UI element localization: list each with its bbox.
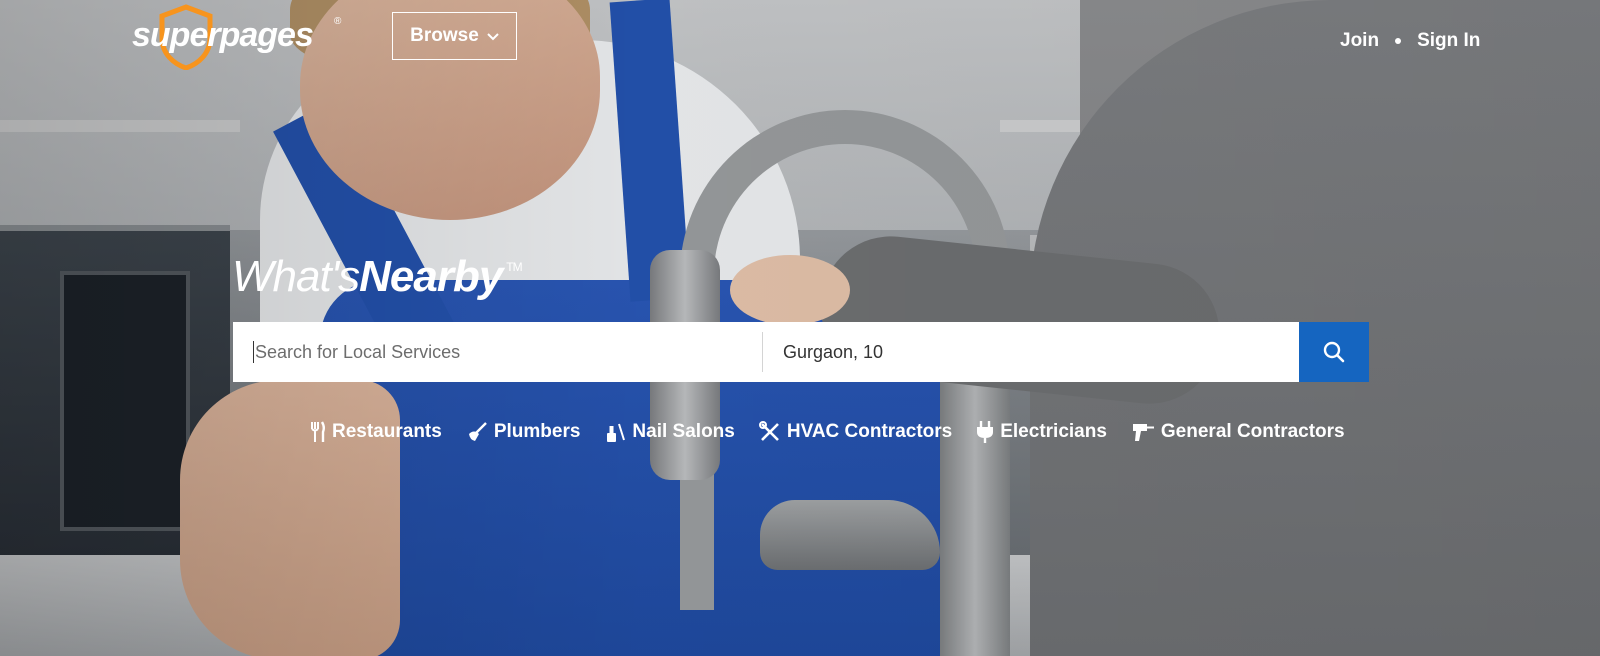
- category-label: Electricians: [1000, 421, 1107, 442]
- category-plumbers[interactable]: Plumbers: [466, 420, 581, 444]
- browse-button[interactable]: Browse: [392, 12, 517, 60]
- drill-icon: [1132, 424, 1154, 441]
- join-link[interactable]: Join: [1340, 30, 1379, 52]
- plug-icon: [977, 421, 994, 443]
- separator-dot: [1395, 38, 1402, 44]
- category-hvac-contractors[interactable]: HVAC Contractors: [758, 420, 953, 444]
- text-caret: [253, 341, 254, 363]
- category-label: HVAC Contractors: [786, 421, 953, 442]
- wrench-screwdriver-icon: [758, 421, 779, 441]
- chevron-down-icon: [487, 33, 499, 41]
- category-restaurants[interactable]: Restaurants: [310, 420, 442, 444]
- superpages-logo[interactable]: superpages ®: [132, 4, 352, 70]
- location-value: Gurgaon, 10: [783, 341, 884, 362]
- category-label: Plumbers: [493, 421, 581, 442]
- popular-categories: Restaurants Plumbers Nail Salons HVAC Co…: [310, 420, 1345, 444]
- category-nail-salons[interactable]: Nail Salons: [604, 420, 735, 444]
- category-electricians[interactable]: Electricians: [976, 420, 1107, 444]
- logo-wordmark: superpages: [132, 16, 314, 54]
- category-label: Restaurants: [332, 421, 442, 442]
- search-bar: Search for Local Services Gurgaon, 10: [233, 322, 1369, 382]
- category-label: General Contractors: [1160, 421, 1345, 442]
- tagline-light: What's: [232, 252, 360, 301]
- category-label: Nail Salons: [632, 421, 735, 442]
- trademark: TM: [506, 260, 522, 274]
- auth-links: Join Sign In: [1340, 30, 1480, 52]
- search-button[interactable]: [1299, 322, 1369, 382]
- plunger-icon: [468, 422, 487, 441]
- search-services-input[interactable]: Search for Local Services: [233, 332, 763, 372]
- search-placeholder: Search for Local Services: [255, 341, 461, 362]
- category-general-contractors[interactable]: General Contractors: [1131, 420, 1345, 444]
- browse-label: Browse: [410, 25, 479, 46]
- search-icon: [1323, 341, 1345, 363]
- fork-knife-icon: [311, 421, 325, 442]
- sign-in-link[interactable]: Sign In: [1417, 30, 1480, 52]
- location-input[interactable]: Gurgaon, 10: [763, 322, 1299, 382]
- nail-polish-icon: [607, 423, 626, 442]
- whats-nearby-tagline: What'sNearby TM: [232, 252, 523, 302]
- tagline-bold: Nearby: [359, 252, 503, 301]
- registered-mark: ®: [334, 16, 342, 27]
